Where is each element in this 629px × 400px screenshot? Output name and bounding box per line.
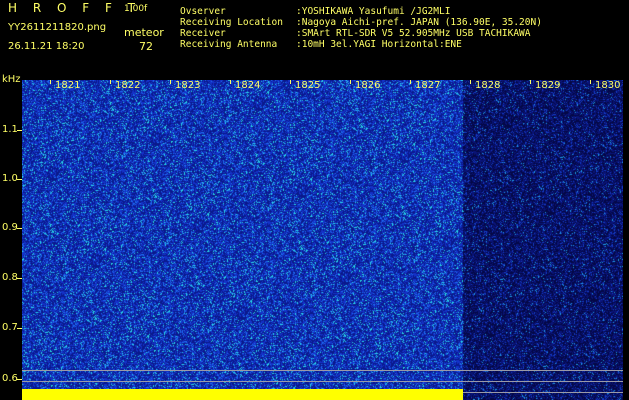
x-tick-mark xyxy=(350,80,351,84)
x-tick-mark xyxy=(50,80,51,84)
station-row-antenna: Receiving Antenna :10mH 3el.YAGI Horizont… xyxy=(180,39,542,50)
station-row-location: Receiving Location :Nagoya Aichi-pref. JA… xyxy=(180,17,542,28)
x-tick-mark xyxy=(470,80,471,84)
signal-level-bar xyxy=(22,389,463,400)
x-tick-label: 1821 xyxy=(55,80,81,91)
x-tick-mark xyxy=(410,80,411,84)
x-tick-label: 1830 xyxy=(595,80,621,91)
x-tick-label: 1829 xyxy=(535,80,561,91)
x-tick-label: 1822 xyxy=(115,80,141,91)
y-tick-mark xyxy=(17,130,22,131)
meteor-count: 72 xyxy=(139,40,153,53)
station-key: Ovserver xyxy=(180,6,226,17)
station-row-receiver: Receiver :SMArt RTL-SDR V5 52.905MHz USB … xyxy=(180,28,542,39)
capture-datetime: 26.11.21 18:20 xyxy=(8,41,85,52)
marker-line xyxy=(22,381,623,382)
x-tick-mark xyxy=(230,80,231,84)
x-tick-label: 1827 xyxy=(415,80,441,91)
x-tick-label: 1824 xyxy=(235,80,261,91)
meteor-label: meteor xyxy=(124,26,164,39)
x-tick-label: 1826 xyxy=(355,80,381,91)
y-tick-label: 1.1 xyxy=(2,124,18,135)
station-info: Ovserver :YOSHIKAWA Yasufumi /JG2MLI Rece… xyxy=(180,6,542,50)
station-key: Receiving Antenna xyxy=(180,39,278,50)
marker-line xyxy=(22,370,623,371)
app-title: H R O F F T xyxy=(8,1,142,15)
x-tick-mark xyxy=(530,80,531,84)
y-tick-label: 0.8 xyxy=(2,272,18,283)
y-tick-mark xyxy=(17,328,22,329)
station-value: :YOSHIKAWA Yasufumi /JG2MLI xyxy=(296,6,451,17)
y-tick-label: 0.7 xyxy=(2,322,18,333)
y-tick-mark xyxy=(17,179,22,180)
y-tick-label: 0.6 xyxy=(2,373,18,384)
spectrogram xyxy=(22,80,623,400)
station-value: :SMArt RTL-SDR V5 52.905MHz USB TACHIKAW… xyxy=(296,28,531,39)
image-filename: YY2611211820.png xyxy=(8,22,107,33)
x-tick-mark xyxy=(110,80,111,84)
station-key: Receiving Location xyxy=(180,17,283,28)
x-tick-label: 1828 xyxy=(475,80,501,91)
x-tick-mark xyxy=(290,80,291,84)
station-row-observer: Ovserver :YOSHIKAWA Yasufumi /JG2MLI xyxy=(180,6,542,17)
spectrogram-canvas xyxy=(22,80,623,400)
x-tick-label: 1825 xyxy=(295,80,321,91)
station-value: :10mH 3el.YAGI Horizontal:ENE xyxy=(296,39,462,50)
y-tick-mark xyxy=(17,228,22,229)
x-tick-label: 1823 xyxy=(175,80,201,91)
x-tick-mark xyxy=(170,80,171,84)
x-tick-mark xyxy=(590,80,591,84)
y-tick-mark xyxy=(17,278,22,279)
y-tick-mark xyxy=(17,379,22,380)
station-value: :Nagoya Aichi-pref. JAPAN (136.90E, 35.2… xyxy=(296,17,542,28)
version-label: 1.00f xyxy=(124,4,148,14)
y-axis-unit: kHz xyxy=(2,74,21,85)
y-tick-label: 1.0 xyxy=(2,173,18,184)
y-tick-label: 0.9 xyxy=(2,222,18,233)
station-key: Receiver xyxy=(180,28,226,39)
